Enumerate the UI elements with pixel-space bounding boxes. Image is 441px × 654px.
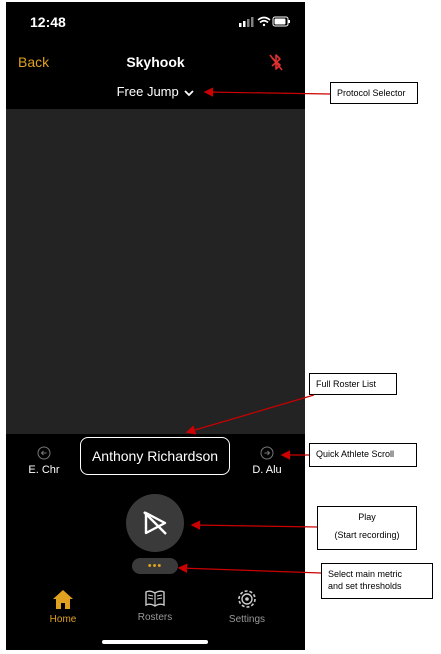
current-athlete-name: Anthony Richardson [91,448,219,464]
bluetooth-off-icon[interactable] [268,52,284,72]
gear-icon [238,590,256,608]
chevron-down-icon [184,89,195,96]
annotation-full-roster: Full Roster List [309,373,397,395]
next-athlete-label: D. Alu [252,464,282,476]
annotation-full-roster-text: Full Roster List [316,379,377,389]
annotation-metric-line1: Select main metric [328,569,403,579]
record-off-icon [143,511,167,535]
tab-home-label: Home [49,614,77,625]
metric-options-button[interactable]: ••• [132,558,178,574]
athlete-roster-button[interactable]: Anthony Richardson [80,437,230,475]
annotation-play-line2: (Start recording) [334,530,400,541]
arrow-right-circle-icon [260,446,274,460]
tab-home[interactable]: Home [28,588,98,625]
play-button[interactable] [126,494,184,552]
home-icon [53,590,73,609]
tab-rosters-label: Rosters [137,612,173,623]
arrow-left-circle-icon [37,446,51,460]
signal-icon [239,17,254,27]
phone-screen: 12:48 Back Skyhook Free Jump E. Chr Anth… [6,2,305,650]
tab-rosters[interactable]: Rosters [120,588,190,623]
page-title: Skyhook [126,54,185,70]
status-time: 12:48 [30,14,66,30]
protocol-label: Free Jump [116,84,179,99]
annotation-protocol-selector-text: Protocol Selector [337,88,406,98]
tab-settings[interactable]: Settings [212,588,282,625]
home-indicator [102,640,208,644]
book-icon [145,590,165,607]
protocol-selector[interactable]: Free Jump [6,84,305,99]
battery-icon [272,16,290,27]
annotation-metric-line2: and set thresholds [328,581,402,592]
tab-settings-label: Settings [228,614,266,625]
annotation-quick-scroll-text: Quick Athlete Scroll [316,449,395,459]
annotation-protocol-selector: Protocol Selector [330,82,418,104]
next-athlete-button[interactable]: D. Alu [237,446,297,476]
video-preview [6,109,305,434]
status-icons [239,14,291,30]
annotation-play-line1: Play [358,512,376,522]
previous-athlete-button[interactable]: E. Chr [14,446,74,476]
annotation-metric: Select main metric and set thresholds [321,563,433,599]
wifi-icon [257,16,271,27]
previous-athlete-label: E. Chr [28,464,60,476]
annotation-play: Play (Start recording) [317,506,417,550]
annotation-quick-scroll: Quick Athlete Scroll [309,443,417,467]
